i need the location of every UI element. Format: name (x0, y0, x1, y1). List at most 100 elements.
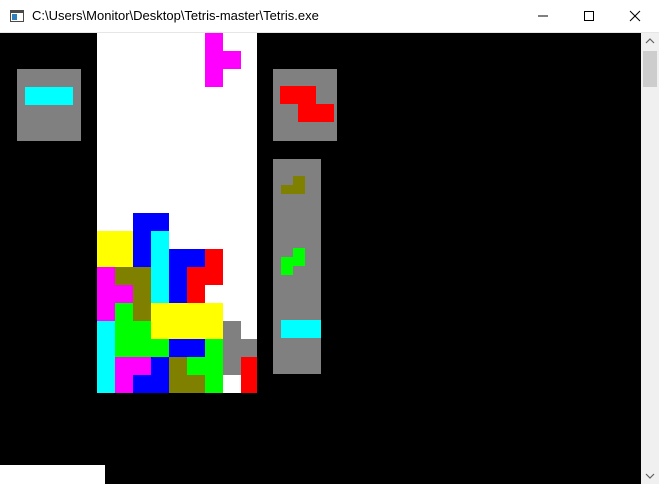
board-block (205, 375, 223, 393)
board-block (151, 303, 169, 321)
board-block (97, 285, 115, 303)
board-block (241, 357, 257, 375)
board-block (151, 339, 169, 357)
scroll-up-button[interactable] (641, 33, 659, 50)
board-block (151, 267, 169, 285)
falling-piece-block (205, 33, 223, 51)
close-button[interactable] (612, 0, 658, 32)
queue-piece-block (294, 320, 308, 338)
board-block (133, 231, 151, 249)
minimize-button[interactable] (520, 0, 566, 32)
board-block (151, 321, 169, 339)
board-block (187, 357, 205, 375)
scrollbar-thumb[interactable] (643, 51, 657, 87)
board-block (205, 357, 223, 375)
board-block (169, 357, 187, 375)
board-block (169, 375, 187, 393)
board-block (187, 303, 205, 321)
falling-piece-block (205, 69, 223, 87)
minimize-icon (538, 15, 548, 17)
board-block (133, 321, 151, 339)
hold-piece-block (61, 87, 73, 105)
board-block (115, 231, 133, 249)
board-block (241, 375, 257, 393)
board-block (223, 357, 241, 375)
board-block (133, 249, 151, 267)
board-block (133, 339, 151, 357)
scroll-down-button[interactable] (641, 467, 659, 484)
board-block (241, 339, 257, 357)
board-block (187, 285, 205, 303)
board-block (97, 303, 115, 321)
piece-queue-panel (273, 159, 321, 374)
queue-piece-block (293, 176, 305, 185)
queue-piece-block (307, 320, 321, 338)
hold-piece-block (49, 87, 61, 105)
window-title: C:\Users\Monitor\Desktop\Tetris-master\T… (32, 8, 319, 23)
maximize-button[interactable] (566, 0, 612, 32)
board-block (133, 267, 151, 285)
board-block (151, 249, 169, 267)
board-block (151, 213, 169, 231)
board-block (187, 339, 205, 357)
board-block (169, 285, 187, 303)
queue-piece-block (281, 266, 293, 275)
scroll-up-arrow-icon (645, 38, 655, 44)
board-block (223, 339, 241, 357)
board-block (115, 267, 133, 285)
falling-piece-block (205, 51, 223, 69)
board-block (97, 321, 115, 339)
next-piece-block (316, 104, 334, 122)
board-block (115, 321, 133, 339)
board-block (133, 375, 151, 393)
board-block (151, 231, 169, 249)
board-block (133, 285, 151, 303)
vertical-scrollbar[interactable] (641, 33, 659, 484)
falling-piece-block (223, 51, 241, 69)
board-block (169, 303, 187, 321)
scroll-down-arrow-icon (645, 473, 655, 479)
board-block (97, 339, 115, 357)
next-piece-panel (273, 69, 337, 141)
board-block (205, 339, 223, 357)
board-block (223, 321, 241, 339)
queue-piece-block (281, 185, 293, 194)
board-block (133, 303, 151, 321)
queue-piece-block (281, 257, 293, 266)
board-block (169, 267, 187, 285)
close-icon (629, 10, 641, 22)
board-block (115, 375, 133, 393)
board-block (187, 375, 205, 393)
board-block (97, 357, 115, 375)
queue-piece-block (293, 257, 305, 266)
board-block (205, 303, 223, 321)
board-block (151, 375, 169, 393)
board-block (169, 321, 187, 339)
next-piece-block (298, 86, 316, 104)
board-block (115, 285, 133, 303)
board-block (133, 213, 151, 231)
queue-piece-block (281, 320, 295, 338)
board-block (115, 339, 133, 357)
board-block (205, 249, 223, 267)
board-block (187, 267, 205, 285)
hold-piece-block (25, 87, 37, 105)
board-block (151, 285, 169, 303)
next-piece-block (298, 104, 316, 122)
board-block (205, 267, 223, 285)
board-block (115, 249, 133, 267)
bottom-left-blank-area (0, 465, 105, 484)
board-block (205, 321, 223, 339)
board-block (187, 249, 205, 267)
queue-piece-block (293, 185, 305, 194)
board-block (133, 357, 151, 375)
title-bar[interactable]: C:\Users\Monitor\Desktop\Tetris-master\T… (0, 0, 659, 33)
board-block (187, 321, 205, 339)
board-block (151, 357, 169, 375)
console-app-icon (10, 10, 24, 22)
hold-piece-panel (17, 69, 81, 141)
board-block (115, 357, 133, 375)
board-block (97, 267, 115, 285)
playfield (97, 33, 257, 393)
board-block (115, 303, 133, 321)
